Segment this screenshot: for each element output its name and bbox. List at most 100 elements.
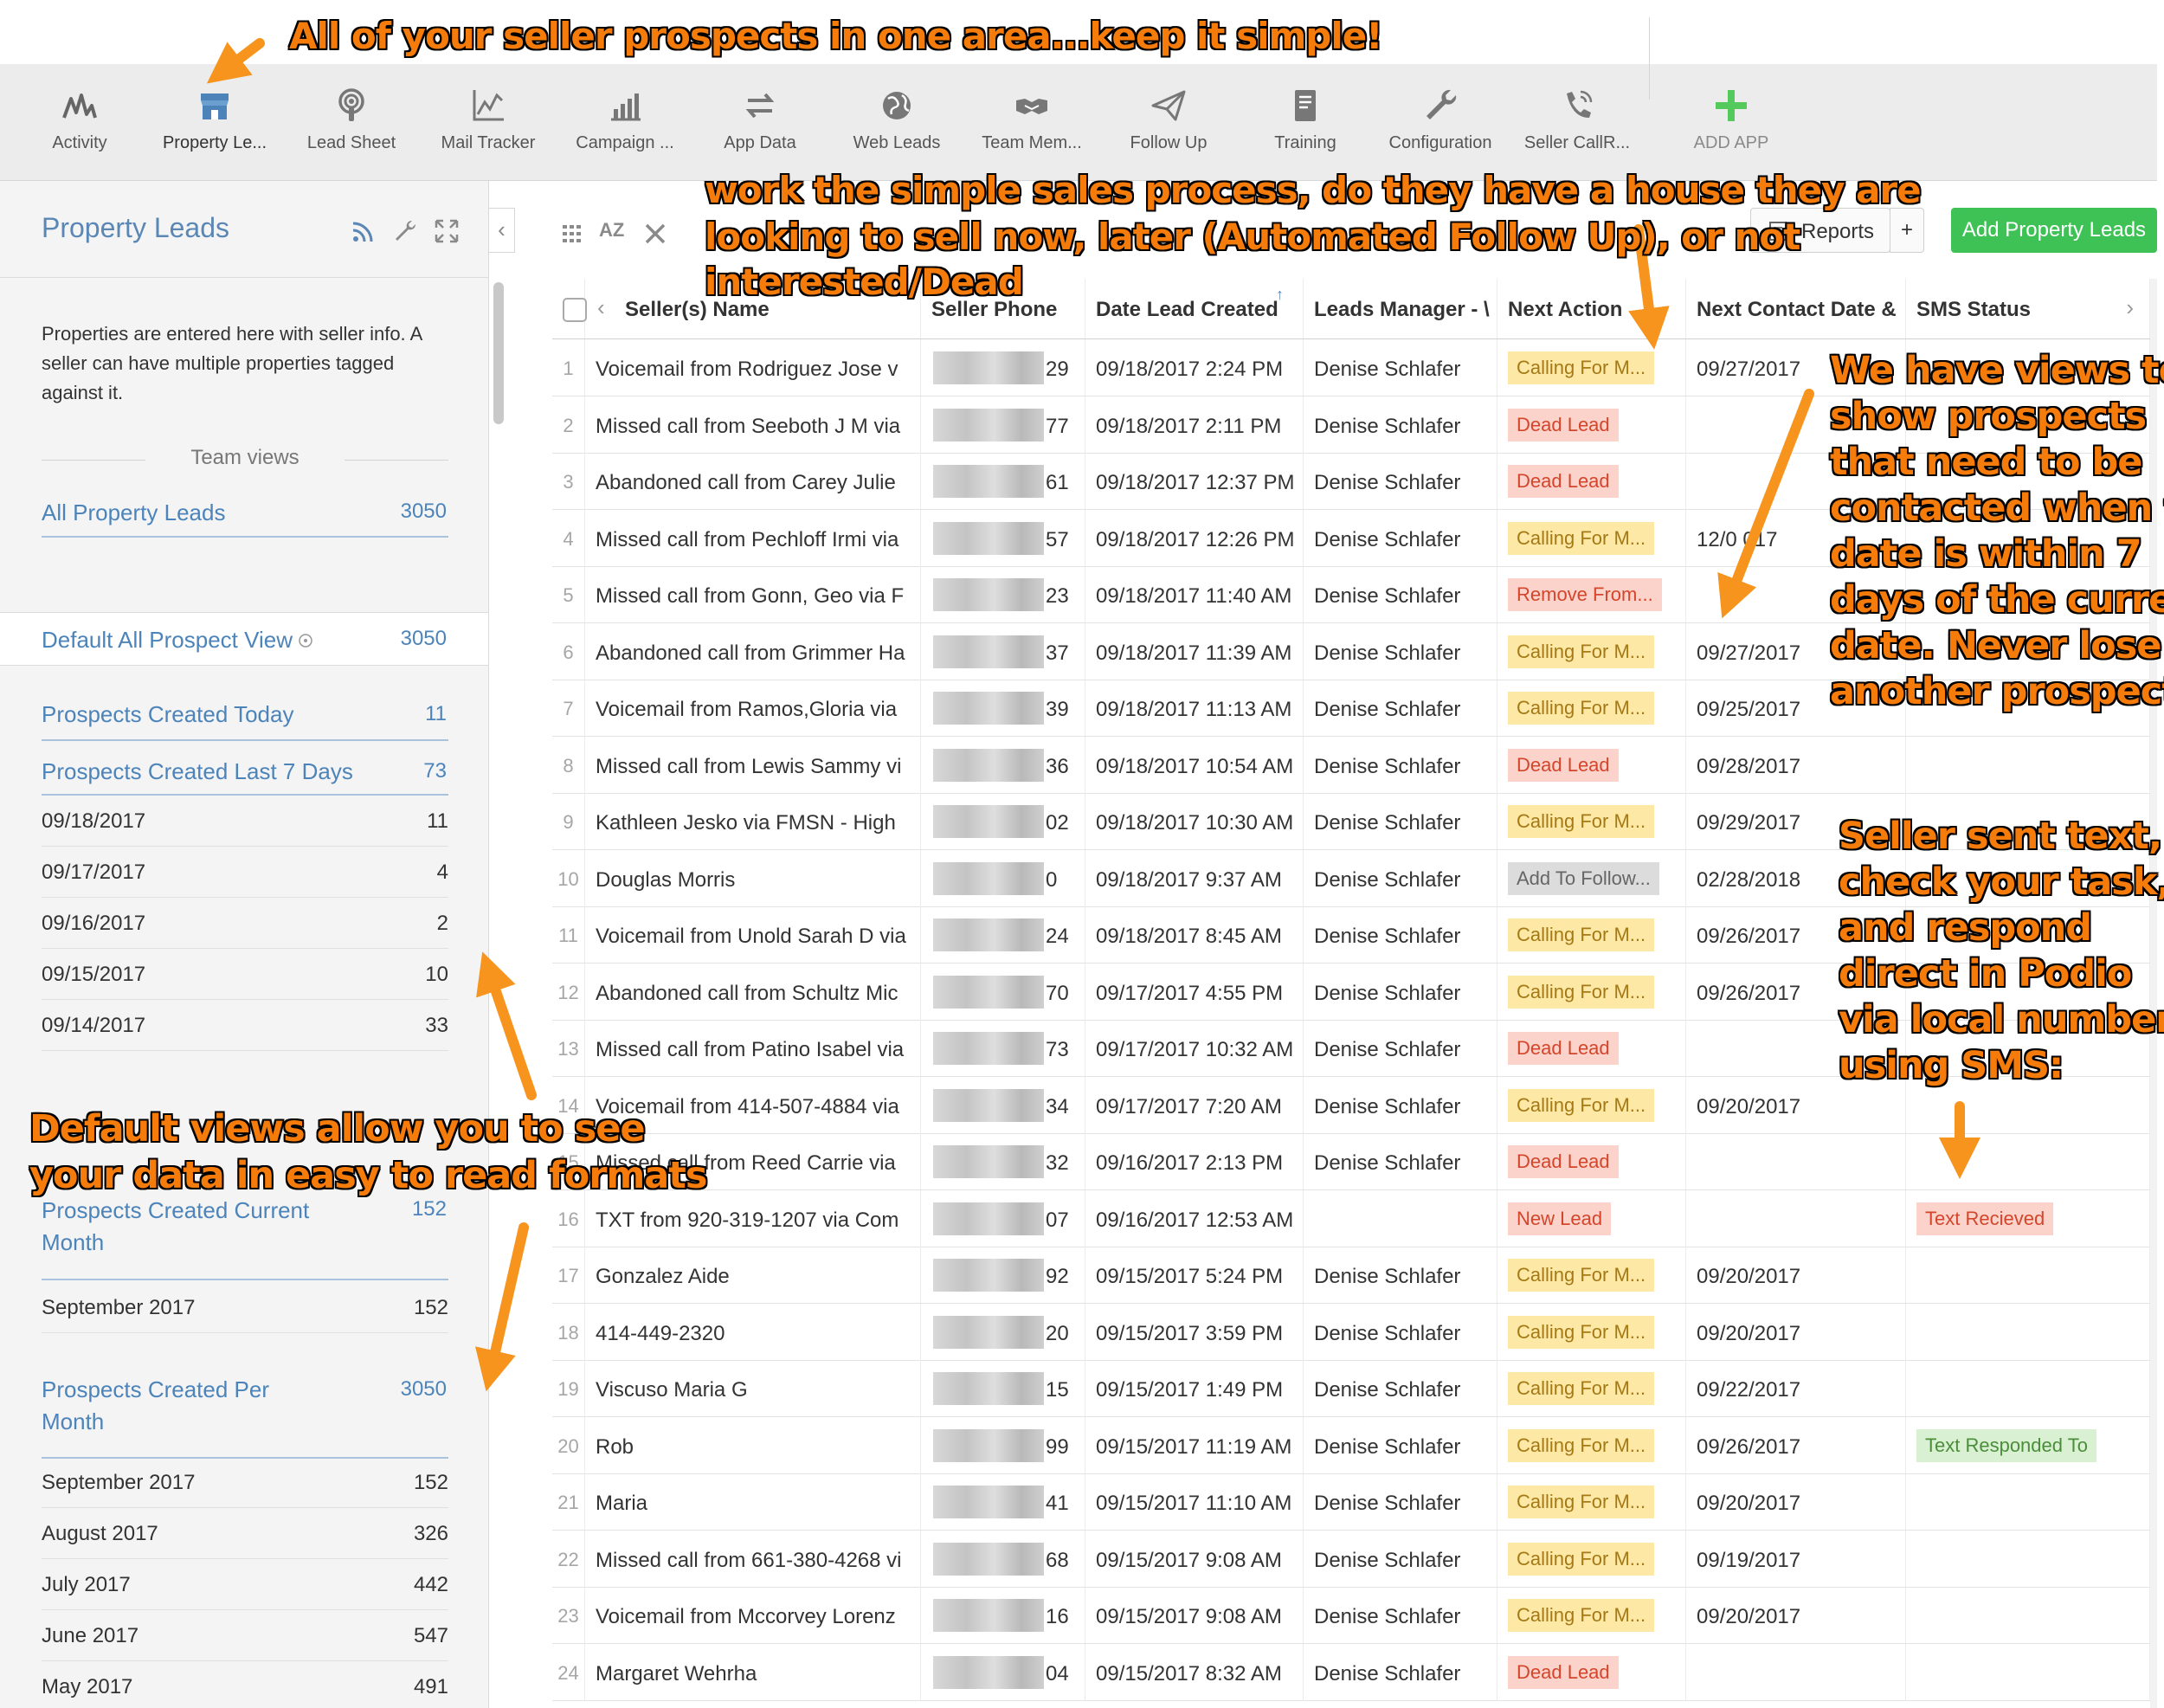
seller-name-cell[interactable]: Douglas Morris bbox=[585, 849, 921, 906]
next-action-cell[interactable]: Calling For M... bbox=[1497, 963, 1686, 1020]
leads-manager-cell[interactable]: Denise Schlafer bbox=[1304, 509, 1497, 566]
sort-az-icon[interactable]: AZ bbox=[599, 219, 634, 245]
leads-manager-cell[interactable]: Denise Schlafer bbox=[1304, 396, 1497, 453]
date-created-cell[interactable]: 09/18/2017 11:13 AM bbox=[1085, 680, 1304, 736]
add-property-leads-button[interactable]: Add Property Leads bbox=[1951, 208, 2157, 253]
view-sub-row[interactable]: May 2017 491 bbox=[42, 1661, 448, 1708]
leads-manager-cell[interactable]: Denise Schlafer bbox=[1304, 453, 1497, 509]
leads-manager-cell[interactable]: Denise Schlafer bbox=[1304, 963, 1497, 1020]
next-action-cell[interactable]: Calling For M... bbox=[1497, 1360, 1686, 1416]
date-created-cell[interactable]: 09/15/2017 8:32 AM bbox=[1085, 1643, 1304, 1700]
seller-name-cell[interactable]: Maria bbox=[585, 1473, 921, 1530]
next-action-cell[interactable]: Calling For M... bbox=[1497, 1473, 1686, 1530]
seller-name-cell[interactable]: Voicemail from Rodriguez Jose v bbox=[585, 339, 921, 396]
leads-manager-cell[interactable]: Denise Schlafer bbox=[1304, 1587, 1497, 1643]
sms-status-cell[interactable] bbox=[1906, 1133, 2150, 1189]
leads-manager-cell[interactable]: Denise Schlafer bbox=[1304, 1020, 1497, 1076]
collapse-sidebar-button[interactable]: ‹ bbox=[489, 208, 515, 253]
seller-name-cell[interactable]: Rob bbox=[585, 1416, 921, 1473]
seller-name-cell[interactable]: Abandoned call from Schultz Mic bbox=[585, 963, 921, 1020]
seller-phone-cell[interactable]: 29 bbox=[921, 339, 1085, 396]
app-app-data[interactable]: App Data bbox=[692, 64, 828, 181]
seller-phone-cell[interactable]: 68 bbox=[921, 1530, 1085, 1587]
app-activity[interactable]: Activity bbox=[12, 64, 147, 181]
view-all-property-leads[interactable]: All Property Leads bbox=[42, 497, 225, 529]
seller-name-cell[interactable]: Missed call from Pechloff Irmi via bbox=[585, 509, 921, 566]
app-configuration[interactable]: Configuration bbox=[1373, 64, 1508, 181]
seller-phone-cell[interactable]: 73 bbox=[921, 1020, 1085, 1076]
app-property-le[interactable]: Property Le... bbox=[147, 64, 282, 181]
sms-status-cell[interactable] bbox=[1906, 1530, 2150, 1587]
column-header-manager[interactable]: Leads Manager - \ bbox=[1304, 279, 1497, 338]
seller-name-cell[interactable]: Gonzalez Aide bbox=[585, 1247, 921, 1303]
seller-name-cell[interactable]: Voicemail from Ramos,Gloria via bbox=[585, 680, 921, 736]
seller-phone-cell[interactable]: 15 bbox=[921, 1360, 1085, 1416]
date-created-cell[interactable]: 09/18/2017 12:37 PM bbox=[1085, 453, 1304, 509]
next-action-cell[interactable]: Calling For M... bbox=[1497, 1530, 1686, 1587]
sms-status-cell[interactable] bbox=[1906, 1303, 2150, 1360]
sms-status-cell[interactable] bbox=[1906, 736, 2150, 793]
leads-manager-cell[interactable]: Denise Schlafer bbox=[1304, 793, 1497, 849]
next-contact-cell[interactable]: 09/26/2017 bbox=[1686, 1416, 1906, 1473]
leads-manager-cell[interactable]: Denise Schlafer bbox=[1304, 622, 1497, 680]
seller-name-cell[interactable]: 414-449-2320 bbox=[585, 1303, 921, 1360]
date-created-cell[interactable]: 09/15/2017 5:24 PM bbox=[1085, 1247, 1304, 1303]
seller-phone-cell[interactable]: 23 bbox=[921, 566, 1085, 622]
view-sub-row[interactable]: August 2017 326 bbox=[42, 1508, 448, 1559]
seller-name-cell[interactable]: Missed call from Gonn, Geo via F bbox=[585, 566, 921, 622]
seller-phone-cell[interactable]: 70 bbox=[921, 963, 1085, 1020]
seller-name-cell[interactable]: Abandoned call from Grimmer Ha bbox=[585, 622, 921, 680]
seller-phone-cell[interactable]: 77 bbox=[921, 396, 1085, 453]
view-sub-row[interactable]: September 2017 152 bbox=[42, 1282, 448, 1333]
app-lead-sheet[interactable]: Lead Sheet bbox=[284, 64, 419, 181]
reports-plus-button[interactable]: + bbox=[1890, 208, 1924, 253]
date-created-cell[interactable]: 09/15/2017 9:08 AM bbox=[1085, 1587, 1304, 1643]
seller-phone-cell[interactable]: 16 bbox=[921, 1587, 1085, 1643]
next-action-cell[interactable]: Add To Follow... bbox=[1497, 849, 1686, 906]
date-created-cell[interactable]: 09/15/2017 11:19 AM bbox=[1085, 1416, 1304, 1473]
seller-name-cell[interactable]: Kathleen Jesko via FMSN - High bbox=[585, 793, 921, 849]
seller-phone-cell[interactable]: 07 bbox=[921, 1189, 1085, 1247]
date-created-cell[interactable]: 09/16/2017 2:13 PM bbox=[1085, 1133, 1304, 1189]
date-created-cell[interactable]: 09/18/2017 10:30 AM bbox=[1085, 793, 1304, 849]
view-sub-row[interactable]: 09/17/2017 4 bbox=[42, 847, 448, 898]
wrench-icon[interactable] bbox=[391, 217, 419, 245]
app-add-app[interactable]: ADD APP bbox=[1664, 64, 1799, 181]
seller-name-cell[interactable]: Missed call from Lewis Sammy vi bbox=[585, 736, 921, 793]
leads-manager-cell[interactable]: Denise Schlafer bbox=[1304, 1473, 1497, 1530]
next-action-cell[interactable]: Calling For M... bbox=[1497, 1076, 1686, 1133]
next-action-cell[interactable]: Calling For M... bbox=[1497, 622, 1686, 680]
date-created-cell[interactable]: 09/17/2017 10:32 AM bbox=[1085, 1020, 1304, 1076]
next-action-cell[interactable]: Dead Lead bbox=[1497, 396, 1686, 453]
app-seller-callr[interactable]: Seller CallR... bbox=[1510, 64, 1645, 181]
leads-manager-cell[interactable]: Denise Schlafer bbox=[1304, 736, 1497, 793]
scroll-right-icon[interactable]: › bbox=[2126, 294, 2134, 321]
leads-manager-cell[interactable]: Denise Schlafer bbox=[1304, 680, 1497, 736]
seller-phone-cell[interactable]: 20 bbox=[921, 1303, 1085, 1360]
next-action-cell[interactable]: Calling For M... bbox=[1497, 1587, 1686, 1643]
seller-name-cell[interactable]: Voicemail from Unold Sarah D via bbox=[585, 906, 921, 963]
next-action-cell[interactable]: Calling For M... bbox=[1497, 1247, 1686, 1303]
leads-manager-cell[interactable]: Denise Schlafer bbox=[1304, 566, 1497, 622]
next-contact-cell[interactable]: 09/19/2017 bbox=[1686, 1530, 1906, 1587]
view-sub-row[interactable]: September 2017 152 bbox=[42, 1457, 448, 1508]
seller-phone-cell[interactable]: 99 bbox=[921, 1416, 1085, 1473]
scroll-left-icon[interactable]: ‹ bbox=[597, 294, 605, 321]
sms-status-cell[interactable] bbox=[1906, 1643, 2150, 1700]
table-row[interactable]: 20 Rob 99 09/15/2017 11:19 AM Denise Schlafe… bbox=[552, 1416, 2150, 1474]
date-created-cell[interactable]: 09/15/2017 3:59 PM bbox=[1085, 1303, 1304, 1360]
seller-phone-cell[interactable]: 34 bbox=[921, 1076, 1085, 1133]
seller-phone-cell[interactable]: 02 bbox=[921, 793, 1085, 849]
seller-phone-cell[interactable]: 37 bbox=[921, 622, 1085, 680]
column-header-sms[interactable]: SMS Status › bbox=[1906, 279, 2150, 338]
view-sub-row[interactable]: 09/15/2017 10 bbox=[42, 949, 448, 1000]
table-row[interactable]: 15 Missed call from Reed Carrie via 32 09/1… bbox=[552, 1133, 2150, 1190]
leads-manager-cell[interactable]: Denise Schlafer bbox=[1304, 1360, 1497, 1416]
seller-phone-cell[interactable]: 24 bbox=[921, 906, 1085, 963]
next-contact-cell[interactable] bbox=[1686, 1133, 1906, 1189]
leads-manager-cell[interactable]: Denise Schlafer bbox=[1304, 849, 1497, 906]
date-created-cell[interactable]: 09/18/2017 12:26 PM bbox=[1085, 509, 1304, 566]
leads-manager-cell[interactable]: Denise Schlafer bbox=[1304, 906, 1497, 963]
seller-phone-cell[interactable]: 92 bbox=[921, 1247, 1085, 1303]
next-action-cell[interactable]: Remove From... bbox=[1497, 566, 1686, 622]
